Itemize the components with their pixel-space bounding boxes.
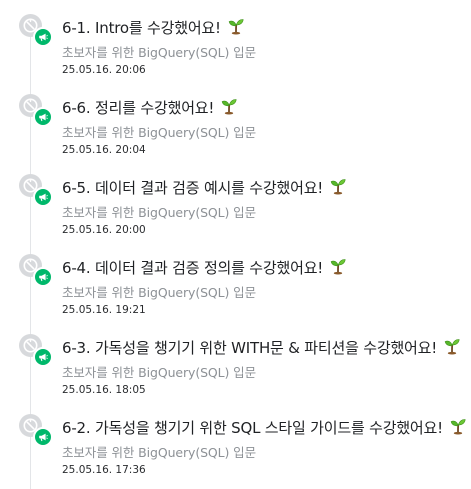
activity-item[interactable]: 6-4. 데이터 결과 검증 정의를 수강했어요! 초보자를 위한 BigQue… — [0, 240, 471, 320]
activity-item[interactable]: 6-3. 가독성을 챙기기 위한 WITH문 & 파티션을 수강했어요! 초보자… — [0, 320, 471, 400]
activity-item[interactable]: 6-5. 데이터 결과 검증 예시를 수강했어요! 초보자를 위한 BigQue… — [0, 160, 471, 240]
activity-title: 6-5. 데이터 결과 검증 예시를 수강했어요! — [62, 178, 324, 197]
megaphone-icon — [33, 267, 53, 287]
timestamp: 25.05.16. 20:00 — [62, 224, 146, 236]
megaphone-icon — [33, 427, 53, 447]
course-name[interactable]: 초보자를 위한 BigQuery(SQL) 입문 — [62, 362, 256, 381]
course-name[interactable]: 초보자를 위한 BigQuery(SQL) 입문 — [62, 42, 256, 61]
activity-item[interactable]: 6-6. 정리를 수강했어요! 초보자를 위한 BigQuery(SQL) 입문… — [0, 80, 471, 160]
sprout-icon — [449, 417, 467, 435]
megaphone-icon — [33, 107, 53, 127]
activity-title: 6-3. 가독성을 챙기기 위한 WITH문 & 파티션을 수강했어요! — [62, 338, 438, 357]
timestamp: 25.05.16. 17:36 — [62, 464, 146, 476]
activity-title: 6-4. 데이터 결과 검증 정의를 수강했어요! — [62, 258, 324, 277]
course-name[interactable]: 초보자를 위한 BigQuery(SQL) 입문 — [62, 202, 256, 221]
timestamp: 25.05.16. 18:05 — [62, 384, 146, 396]
activity-item[interactable]: 6-1. Intro를 수강했어요! 초보자를 위한 BigQuery(SQL)… — [0, 0, 471, 80]
activity-item[interactable]: 6-2. 가독성을 챙기기 위한 SQL 스타일 가이드를 수강했어요! 초보자… — [0, 400, 471, 480]
course-name[interactable]: 초보자를 위한 BigQuery(SQL) 입문 — [62, 442, 256, 461]
activity-title: 6-6. 정리를 수강했어요! — [62, 98, 215, 117]
activity-title-row: 6-3. 가독성을 챙기기 위한 WITH문 & 파티션을 수강했어요! — [62, 336, 461, 358]
activity-title: 6-2. 가독성을 챙기기 위한 SQL 스타일 가이드를 수강했어요! — [62, 418, 443, 437]
sprout-icon — [227, 17, 245, 35]
timestamp: 25.05.16. 20:06 — [62, 64, 146, 76]
activity-title-row: 6-5. 데이터 결과 검증 예시를 수강했어요! — [62, 176, 347, 198]
activity-title-row: 6-4. 데이터 결과 검증 정의를 수강했어요! — [62, 256, 347, 278]
sprout-icon — [220, 97, 238, 115]
sprout-icon — [329, 257, 347, 275]
megaphone-icon — [33, 27, 53, 47]
sprout-icon — [443, 337, 461, 355]
activity-timeline: 6-1. Intro를 수강했어요! 초보자를 위한 BigQuery(SQL)… — [0, 0, 471, 489]
sprout-icon — [329, 177, 347, 195]
activity-title-row: 6-2. 가독성을 챙기기 위한 SQL 스타일 가이드를 수강했어요! — [62, 416, 467, 438]
activity-title: 6-1. Intro를 수강했어요! — [62, 18, 221, 37]
course-name[interactable]: 초보자를 위한 BigQuery(SQL) 입문 — [62, 122, 256, 141]
timestamp: 25.05.16. 20:04 — [62, 144, 146, 156]
activity-title-row: 6-1. Intro를 수강했어요! — [62, 16, 245, 38]
activity-title-row: 6-6. 정리를 수강했어요! — [62, 96, 238, 118]
timestamp: 25.05.16. 19:21 — [62, 304, 146, 316]
megaphone-icon — [33, 347, 53, 367]
megaphone-icon — [33, 187, 53, 207]
course-name[interactable]: 초보자를 위한 BigQuery(SQL) 입문 — [62, 282, 256, 301]
